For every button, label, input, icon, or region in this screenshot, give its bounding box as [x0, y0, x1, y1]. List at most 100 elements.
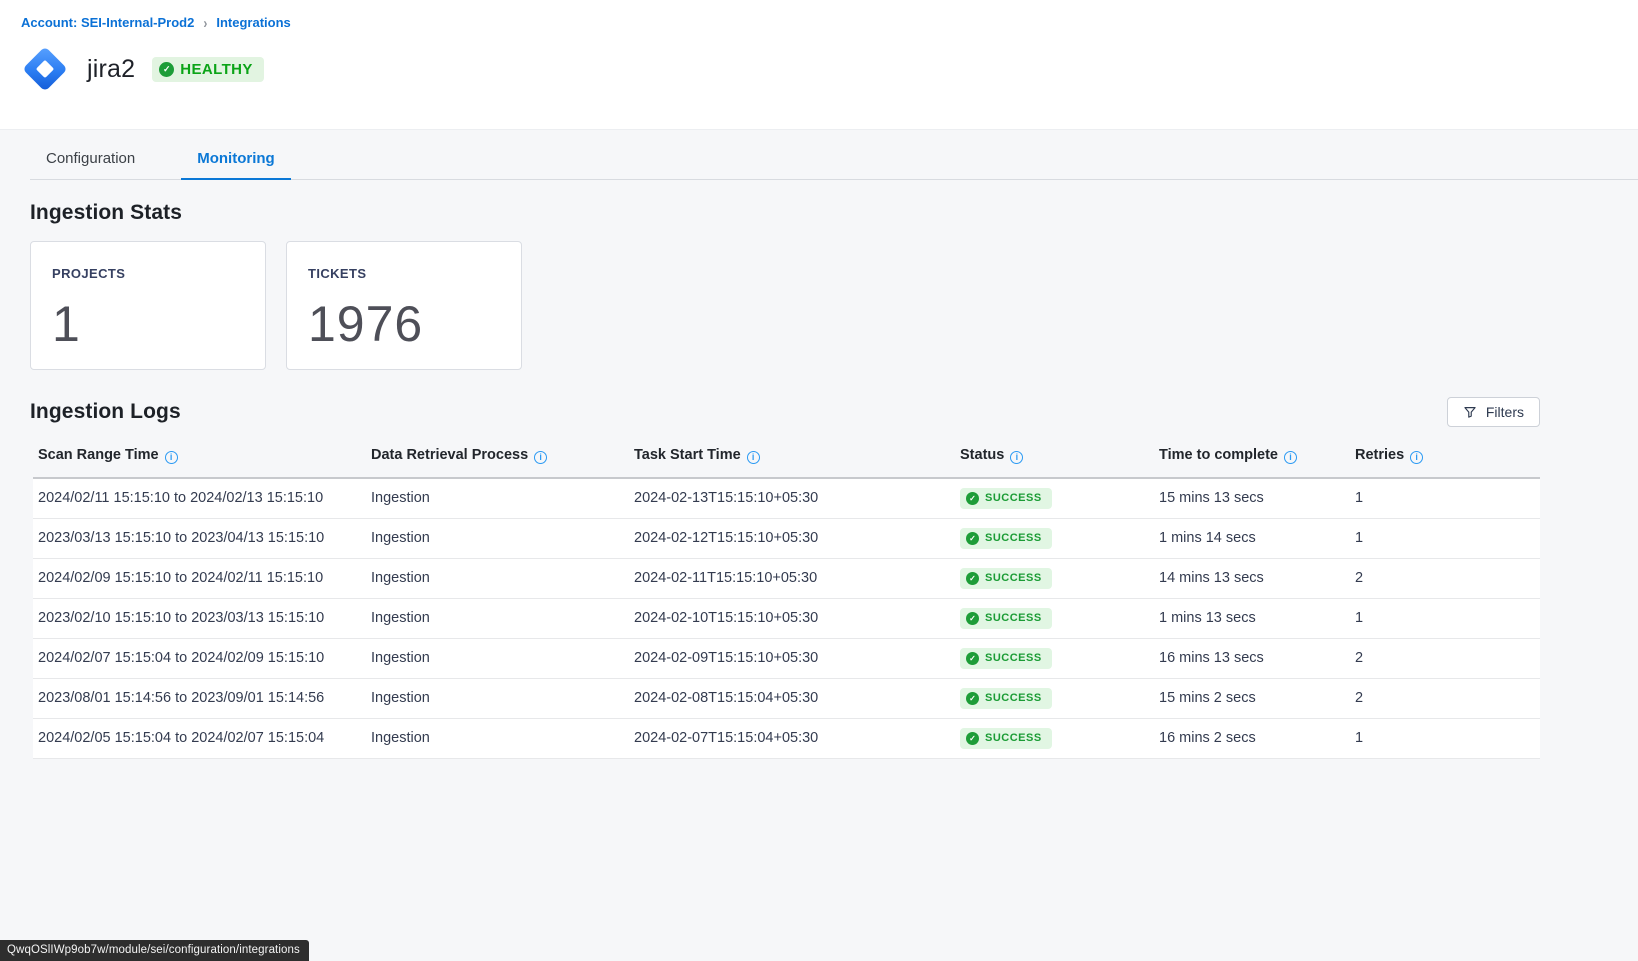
table-row: 2024/02/09 15:15:10 to 2024/02/11 15:15:… — [33, 558, 1540, 598]
cell-scan-range-time: 2024/02/07 15:15:04 to 2024/02/09 15:15:… — [33, 638, 366, 678]
link-preview-statusbar: QwqOSlIWp9ob7w/module/sei/configuration/… — [0, 940, 309, 961]
cell-data-retrieval-process: Ingestion — [366, 638, 629, 678]
cell-task-start-time: 2024-02-13T15:15:10+05:30 — [629, 478, 955, 519]
cell-retries: 2 — [1350, 638, 1540, 678]
info-icon[interactable]: i — [165, 451, 178, 464]
cell-data-retrieval-process: Ingestion — [366, 478, 629, 519]
filters-button-label: Filters — [1486, 404, 1524, 420]
status-label: SUCCESS — [985, 652, 1042, 664]
table-row: 2023/03/13 15:15:10 to 2023/04/13 15:15:… — [33, 518, 1540, 558]
check-circle-icon: ✓ — [966, 572, 979, 585]
table-row: 2024/02/11 15:15:10 to 2024/02/13 15:15:… — [33, 478, 1540, 519]
cell-scan-range-time: 2024/02/09 15:15:10 to 2024/02/11 15:15:… — [33, 558, 366, 598]
cell-time-to-complete: 15 mins 2 secs — [1154, 678, 1350, 718]
status-badge: ✓ SUCCESS — [960, 688, 1052, 709]
cell-status: ✓ SUCCESS — [955, 558, 1154, 598]
cell-retries: 1 — [1350, 598, 1540, 638]
cell-task-start-time: 2024-02-09T15:15:10+05:30 — [629, 638, 955, 678]
column-header-retries: Retriesi — [1350, 441, 1540, 478]
cell-task-start-time: 2024-02-08T15:15:04+05:30 — [629, 678, 955, 718]
stat-card-projects: PROJECTS 1 — [30, 241, 266, 370]
filter-funnel-icon — [1463, 405, 1477, 419]
cell-status: ✓ SUCCESS — [955, 678, 1154, 718]
info-icon[interactable]: i — [1410, 451, 1423, 464]
cell-retries: 1 — [1350, 718, 1540, 758]
cell-retries: 1 — [1350, 478, 1540, 519]
breadcrumb-account-link[interactable]: Account: SEI-Internal-Prod2 — [21, 15, 194, 30]
status-label: SUCCESS — [985, 572, 1042, 584]
health-status-label: HEALTHY — [180, 61, 253, 78]
table-header-row: Scan Range Timei Data Retrieval Processi… — [33, 441, 1540, 478]
ingestion-stats-title: Ingestion Stats — [30, 201, 1638, 225]
cell-status: ✓ SUCCESS — [955, 638, 1154, 678]
tab-configuration[interactable]: Configuration — [30, 142, 151, 179]
cell-retries: 2 — [1350, 558, 1540, 598]
table-row: 2023/02/10 15:15:10 to 2023/03/13 15:15:… — [33, 598, 1540, 638]
stat-value: 1 — [52, 295, 265, 353]
status-badge: ✓ SUCCESS — [960, 528, 1052, 549]
status-label: SUCCESS — [985, 492, 1042, 504]
info-icon[interactable]: i — [534, 451, 547, 464]
cell-data-retrieval-process: Ingestion — [366, 598, 629, 638]
status-badge: ✓ SUCCESS — [960, 728, 1052, 749]
cell-data-retrieval-process: Ingestion — [366, 518, 629, 558]
cell-status: ✓ SUCCESS — [955, 478, 1154, 519]
cell-scan-range-time: 2023/08/01 15:14:56 to 2023/09/01 15:14:… — [33, 678, 366, 718]
cell-time-to-complete: 15 mins 13 secs — [1154, 478, 1350, 519]
cell-scan-range-time: 2024/02/11 15:15:10 to 2024/02/13 15:15:… — [33, 478, 366, 519]
ingestion-logs-title: Ingestion Logs — [30, 400, 181, 424]
status-badge: ✓ SUCCESS — [960, 648, 1052, 669]
breadcrumb-integrations-link[interactable]: Integrations — [216, 15, 290, 30]
status-label: SUCCESS — [985, 692, 1042, 704]
check-circle-icon: ✓ — [966, 652, 979, 665]
check-circle-icon: ✓ — [966, 732, 979, 745]
check-circle-icon: ✓ — [159, 62, 174, 77]
tab-bar: Configuration Monitoring — [30, 130, 1638, 180]
chevron-right-icon: › — [203, 14, 207, 32]
cell-status: ✓ SUCCESS — [955, 598, 1154, 638]
jira-logo-icon — [18, 42, 72, 96]
cell-data-retrieval-process: Ingestion — [366, 718, 629, 758]
status-label: SUCCESS — [985, 732, 1042, 744]
info-icon[interactable]: i — [1010, 451, 1023, 464]
column-header-task-start-time: Task Start Timei — [629, 441, 955, 478]
cell-task-start-time: 2024-02-11T15:15:10+05:30 — [629, 558, 955, 598]
tab-monitoring[interactable]: Monitoring — [181, 142, 290, 179]
cell-scan-range-time: 2023/03/13 15:15:10 to 2023/04/13 15:15:… — [33, 518, 366, 558]
stat-value: 1976 — [308, 295, 521, 353]
cell-retries: 1 — [1350, 518, 1540, 558]
cell-retries: 2 — [1350, 678, 1540, 718]
column-header-scan-range-time: Scan Range Timei — [33, 441, 366, 478]
column-header-status: Statusi — [955, 441, 1154, 478]
cell-status: ✓ SUCCESS — [955, 718, 1154, 758]
health-status-badge: ✓ HEALTHY — [152, 57, 264, 82]
check-circle-icon: ✓ — [966, 692, 979, 705]
stat-label: TICKETS — [308, 266, 521, 281]
table-row: 2024/02/07 15:15:04 to 2024/02/09 15:15:… — [33, 638, 1540, 678]
cell-data-retrieval-process: Ingestion — [366, 678, 629, 718]
breadcrumb: Account: SEI-Internal-Prod2 › Integratio… — [0, 0, 1638, 30]
stat-label: PROJECTS — [52, 266, 265, 281]
column-header-data-retrieval-process: Data Retrieval Processi — [366, 441, 629, 478]
info-icon[interactable]: i — [1284, 451, 1297, 464]
check-circle-icon: ✓ — [966, 532, 979, 545]
page-title: jira2 — [87, 55, 135, 84]
cell-time-to-complete: 16 mins 13 secs — [1154, 638, 1350, 678]
check-circle-icon: ✓ — [966, 612, 979, 625]
table-body: 2024/02/11 15:15:10 to 2024/02/13 15:15:… — [33, 478, 1540, 759]
info-icon[interactable]: i — [747, 451, 760, 464]
stat-card-tickets: TICKETS 1976 — [286, 241, 522, 370]
stat-cards: PROJECTS 1 TICKETS 1976 — [30, 241, 1638, 370]
table-row: 2024/02/05 15:15:04 to 2024/02/07 15:15:… — [33, 718, 1540, 758]
cell-time-to-complete: 1 mins 13 secs — [1154, 598, 1350, 638]
integration-title-row: jira2 ✓ HEALTHY — [18, 42, 1638, 96]
check-circle-icon: ✓ — [966, 492, 979, 505]
filters-button[interactable]: Filters — [1447, 397, 1540, 427]
cell-time-to-complete: 1 mins 14 secs — [1154, 518, 1350, 558]
cell-time-to-complete: 14 mins 13 secs — [1154, 558, 1350, 598]
cell-data-retrieval-process: Ingestion — [366, 558, 629, 598]
status-label: SUCCESS — [985, 612, 1042, 624]
page-header: Account: SEI-Internal-Prod2 › Integratio… — [0, 0, 1638, 130]
cell-time-to-complete: 16 mins 2 secs — [1154, 718, 1350, 758]
cell-scan-range-time: 2024/02/05 15:15:04 to 2024/02/07 15:15:… — [33, 718, 366, 758]
